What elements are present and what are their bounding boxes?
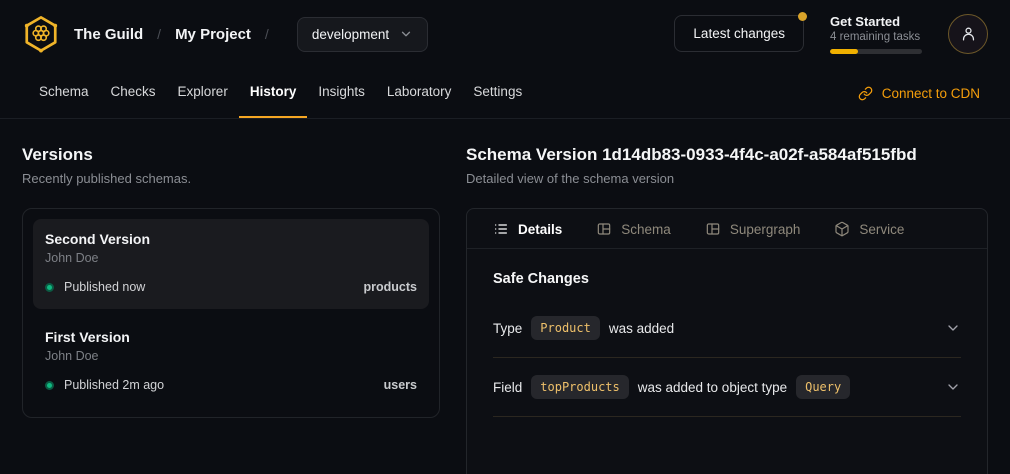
versions-list: Second Version John Doe Published now produ…: [22, 208, 440, 418]
change-text: Field: [493, 380, 522, 395]
guild-logo-icon[interactable]: [22, 15, 60, 53]
detail-tabs: Details Schema Supergraph Service: [467, 209, 987, 249]
versions-subtitle: Recently published schemas.: [22, 171, 440, 186]
published-dot-icon: [45, 381, 54, 390]
breadcrumb-separator: /: [265, 26, 269, 42]
version-author: John Doe: [45, 251, 417, 265]
version-item[interactable]: First Version John Doe Published 2m ago use…: [33, 317, 429, 407]
version-detail-card: Details Schema Supergraph Service Safe Chan…: [466, 208, 988, 474]
tab-laboratory[interactable]: Laboratory: [376, 68, 463, 118]
version-detail-panel: Schema Version 1d14db83-0933-4f4c-a02f-a…: [466, 119, 988, 474]
version-detail-title: Schema Version 1d14db83-0933-4f4c-a02f-a…: [466, 145, 988, 165]
detail-tab-supergraph[interactable]: Supergraph: [705, 221, 801, 237]
detail-tab-service[interactable]: Service: [834, 221, 904, 237]
get-started-widget[interactable]: Get Started 4 remaining tasks: [830, 14, 922, 55]
breadcrumb-project[interactable]: My Project: [175, 26, 251, 43]
columns-icon: [705, 221, 721, 237]
latest-changes-label: Latest changes: [693, 26, 785, 41]
app-header: The Guild / My Project / development Lat…: [0, 0, 1010, 68]
change-row[interactable]: Type Product was added: [493, 299, 961, 358]
version-author: John Doe: [45, 349, 417, 363]
connect-cdn-link[interactable]: Connect to CDN: [858, 68, 982, 118]
link-icon: [858, 86, 873, 101]
target-select-value: development: [312, 27, 389, 42]
cube-icon: [834, 221, 850, 237]
breadcrumb-separator: /: [157, 26, 161, 42]
target-select[interactable]: development: [297, 17, 428, 52]
tab-checks[interactable]: Checks: [100, 68, 167, 118]
tab-settings[interactable]: Settings: [462, 68, 533, 118]
safe-changes-title: Safe Changes: [493, 271, 961, 287]
nav-tabs: SchemaChecksExplorerHistoryInsightsLabor…: [28, 68, 533, 118]
tab-insights[interactable]: Insights: [307, 68, 376, 118]
list-icon: [493, 221, 509, 237]
versions-title: Versions: [22, 145, 440, 165]
avatar-button[interactable]: [948, 14, 988, 54]
version-meta: Published 2m ago users: [45, 378, 417, 392]
version-meta: Published now products: [45, 280, 417, 294]
change-row[interactable]: Field topProducts was added to object type…: [493, 358, 961, 417]
main-content: Versions Recently published schemas. Sec…: [0, 119, 1010, 474]
published-dot-icon: [45, 283, 54, 292]
get-started-title: Get Started: [830, 14, 922, 31]
detail-tab-label: Details: [518, 222, 562, 237]
version-published: Published 2m ago: [64, 378, 164, 392]
change-text: Type: [493, 321, 522, 336]
change-text: was added to object type: [638, 380, 787, 395]
detail-body: Safe Changes Type Product was added Fieldto…: [467, 249, 987, 439]
chevron-down-icon: [399, 27, 413, 41]
main-nav: SchemaChecksExplorerHistoryInsightsLabor…: [0, 68, 1010, 119]
get-started-progress: [830, 49, 922, 54]
tab-schema[interactable]: Schema: [28, 68, 100, 118]
change-code-badge: Query: [796, 375, 850, 399]
user-icon: [960, 25, 977, 42]
columns-icon: [596, 221, 612, 237]
version-item[interactable]: Second Version John Doe Published now produ…: [33, 219, 429, 309]
detail-tab-label: Supergraph: [730, 222, 801, 237]
detail-tab-details[interactable]: Details: [493, 221, 562, 237]
version-name: First Version: [45, 329, 417, 345]
changes-list: Type Product was added Field topProducts was …: [493, 299, 961, 417]
version-service: users: [384, 378, 417, 392]
get-started-progress-fill: [830, 49, 858, 54]
notification-dot: [798, 12, 807, 21]
version-detail-subtitle: Detailed view of the schema version: [466, 171, 988, 186]
chevron-down-icon: [945, 320, 961, 336]
detail-tab-schema[interactable]: Schema: [596, 221, 671, 237]
change-code-badge: topProducts: [531, 375, 628, 399]
get-started-remaining: 4 remaining tasks: [830, 31, 922, 43]
breadcrumb-org[interactable]: The Guild: [74, 26, 143, 43]
tab-history[interactable]: History: [239, 68, 308, 118]
tab-explorer[interactable]: Explorer: [167, 68, 239, 118]
version-name: Second Version: [45, 231, 417, 247]
change-text: was added: [609, 321, 674, 336]
change-code-badge: Product: [531, 316, 600, 340]
version-service: products: [364, 280, 417, 294]
latest-changes-button[interactable]: Latest changes: [674, 15, 804, 52]
versions-panel: Versions Recently published schemas. Sec…: [22, 119, 440, 418]
chevron-down-icon: [945, 379, 961, 395]
connect-cdn-label: Connect to CDN: [882, 86, 980, 101]
version-published: Published now: [64, 280, 145, 294]
detail-tab-label: Service: [859, 222, 904, 237]
detail-tab-label: Schema: [621, 222, 671, 237]
